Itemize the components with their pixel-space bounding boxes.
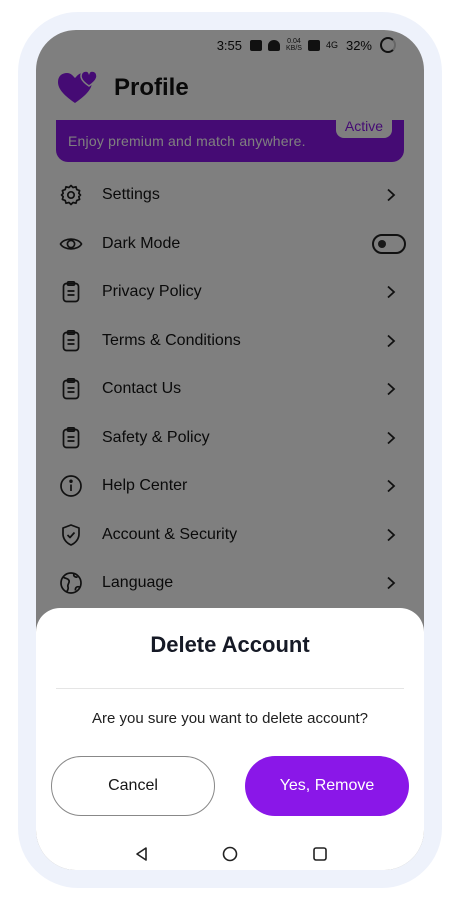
divider xyxy=(56,688,404,689)
home-circle-icon[interactable] xyxy=(222,846,238,862)
back-triangle-icon[interactable] xyxy=(134,846,150,862)
cancel-button[interactable]: Cancel xyxy=(51,756,215,816)
recent-apps-icon[interactable] xyxy=(312,846,328,862)
delete-account-sheet: Delete Account Are you sure you want to … xyxy=(36,608,424,870)
phone-screen: 3:55 0.04 KB/S 4G 32% Profile Enjo xyxy=(36,30,424,870)
dialog-title: Delete Account xyxy=(150,632,310,657)
dialog-message: Are you sure you want to delete account? xyxy=(91,710,368,727)
confirm-remove-button[interactable]: Yes, Remove xyxy=(245,756,409,816)
system-nav-bar xyxy=(36,842,424,866)
